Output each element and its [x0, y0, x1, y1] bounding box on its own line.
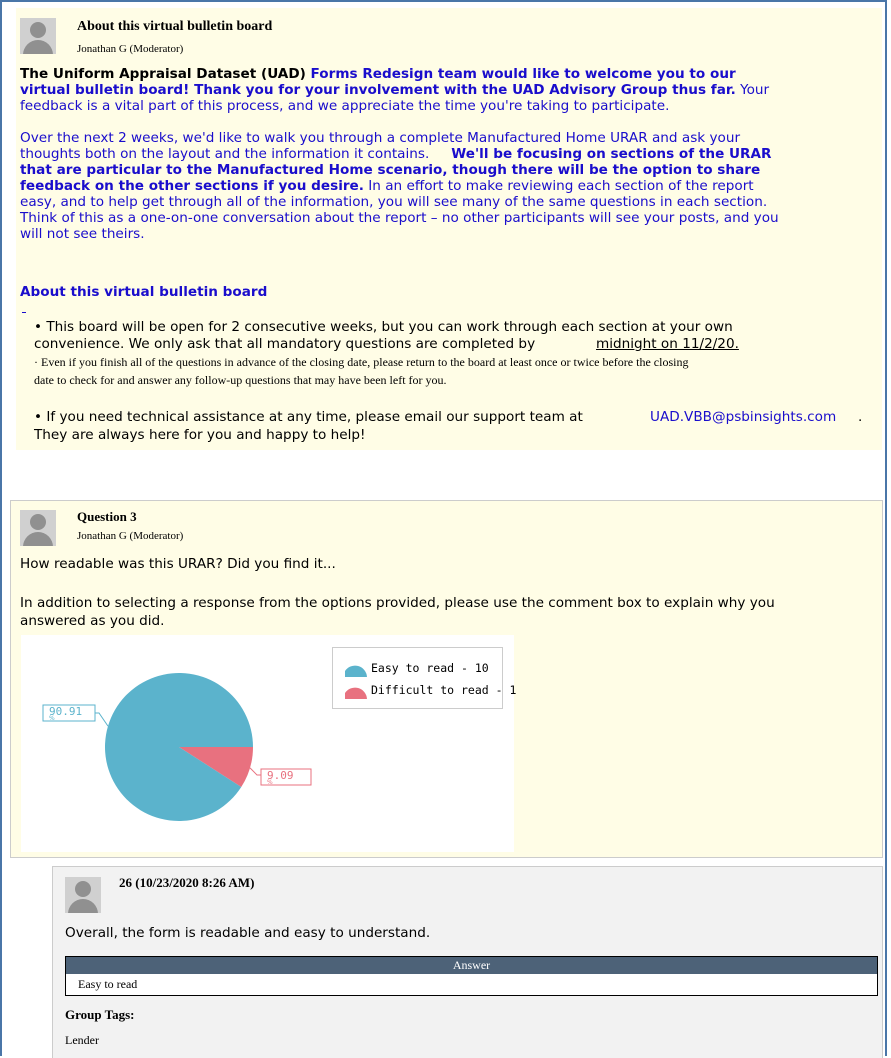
question-author: Jonathan G (Moderator)	[77, 530, 184, 542]
question-post: Question 3 Jonathan G (Moderator) How re…	[10, 500, 883, 858]
deadline-text: midnight on 11/2/20.	[596, 336, 739, 352]
note-line: date to check for and answer any follow-…	[34, 373, 447, 387]
data-label-unit: %	[49, 715, 55, 722]
answer-table: Answer Easy to read	[65, 956, 878, 996]
body-text: easy, and to help get through all of the…	[20, 194, 768, 210]
welcome-body: The Uniform Appraisal Dataset (UAD) Form…	[20, 66, 880, 242]
body-text: Think of this as a one-on-one conversati…	[20, 210, 779, 226]
avatar	[20, 510, 56, 546]
legend-swatch-shape	[345, 687, 367, 699]
group-tags-label: Group Tags:	[65, 1007, 135, 1022]
bullet-board-open: • This board will be open for 2 consecut…	[34, 319, 733, 335]
body-text: thoughts both on the layout and the info…	[20, 146, 430, 162]
pie-slice	[105, 673, 254, 821]
group-tag: Lender	[65, 1033, 99, 1047]
support-email-link[interactable]: UAD.VBB@psbinsights.com	[650, 409, 836, 425]
welcome-link-text[interactable]: virtual bulletin board! Thank you for yo…	[20, 82, 736, 98]
reply-post: 26 (10/23/2020 8:26 AM) Overall, the for…	[52, 866, 883, 1058]
question-text: How readable was this URAR? Did you find…	[20, 556, 336, 572]
body-text: will not see theirs.	[20, 226, 145, 242]
welcome-link-text[interactable]: Forms Redesign team would like to welcom…	[306, 66, 736, 82]
legend-swatch-shape	[345, 665, 367, 677]
uad-heading: The Uniform Appraisal Dataset (UAD)	[20, 66, 306, 82]
legend-swatch-difficult	[345, 684, 367, 699]
avatar	[65, 877, 101, 913]
body-text: Over the next 2 weeks, we'd like to walk…	[20, 130, 741, 146]
reply-header: 26 (10/23/2020 8:26 AM)	[119, 875, 255, 890]
post-title: About this virtual bulletin board	[77, 19, 273, 34]
data-label-leader	[249, 767, 261, 776]
avatar	[20, 18, 56, 54]
bullet-support: • If you need technical assistance at an…	[34, 409, 583, 425]
data-label-leader	[95, 712, 109, 727]
chart-legend: Easy to read - 10 Difficult to read - 1	[332, 647, 516, 709]
data-label-unit: %	[267, 779, 273, 786]
welcome-post: About this virtual bulletin board Jonath…	[16, 8, 882, 450]
sections-link-text[interactable]: that are particular to the Manufactured …	[20, 162, 760, 178]
answer-value: Easy to read	[78, 977, 138, 991]
sections-link-text[interactable]: We'll be focusing on sections of the URA…	[451, 146, 771, 162]
sentence-period: .	[858, 409, 863, 425]
body-text: In an effort to make reviewing each sect…	[363, 178, 754, 194]
about-board-link[interactable]: About this virtual bulletin board	[20, 284, 267, 300]
support-note: They are always here for you and happy t…	[34, 427, 366, 443]
body-text: Your	[735, 82, 770, 98]
pie-chart-panel: 90.91% 9.09% Easy to read - 10 Difficult …	[21, 635, 516, 852]
answer-table-header: Answer	[66, 957, 877, 974]
divider	[22, 312, 26, 313]
instruction-text: In addition to selecting a response from…	[20, 595, 775, 611]
legend-label: Easy to read - 10	[371, 661, 489, 675]
bullet-mandatory: convenience. We only ask that all mandat…	[34, 336, 536, 352]
legend-swatch-easy	[345, 662, 367, 677]
sections-link-text[interactable]: feedback on the other sections if you de…	[20, 178, 364, 194]
instruction-text: answered as you did.	[20, 613, 165, 629]
post-author: Jonathan G (Moderator)	[77, 43, 184, 55]
legend-label: Difficult to read - 1	[371, 683, 517, 697]
note-line: · Even if you finish all of the question…	[34, 355, 689, 369]
question-title: Question 3	[77, 509, 137, 524]
body-text: feedback is a vital part of this process…	[20, 98, 670, 114]
reply-comment: Overall, the form is readable and easy t…	[65, 925, 431, 941]
